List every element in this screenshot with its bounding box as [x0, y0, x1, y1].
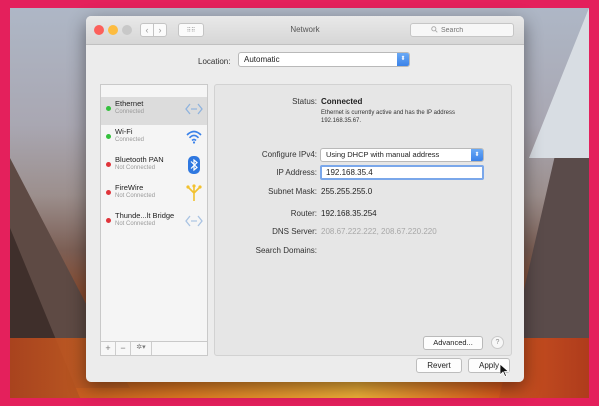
help-button[interactable]: ?: [491, 336, 504, 349]
status-dot: [106, 162, 111, 167]
status-label: Status:: [292, 97, 317, 106]
network-preferences-window: ‹ › ⠿⠿ Network Location: Automatic ⬍ Eth…: [86, 16, 524, 382]
sidebar-item-bluetooth-pan[interactable]: Bluetooth PAN Not Connected: [101, 153, 207, 181]
service-name: FireWire: [115, 183, 144, 192]
subnet-mask-label: Subnet Mask:: [268, 187, 317, 196]
service-status: Not Connected: [115, 221, 156, 227]
wifi-icon: [185, 128, 203, 146]
service-status: Not Connected: [115, 193, 156, 199]
sidebar-item-wifi[interactable]: Wi-Fi Connected: [101, 125, 207, 153]
status-value: Connected: [321, 97, 363, 106]
status-dot: [106, 218, 111, 223]
service-name: Ethernet: [115, 99, 144, 108]
service-status: Connected: [115, 137, 145, 143]
search-icon: [431, 25, 438, 35]
location-label: Location:: [198, 57, 231, 66]
title-bar: ‹ › ⠿⠿ Network: [86, 16, 524, 45]
action-menu-button[interactable]: ✲▾: [131, 342, 152, 355]
search-input[interactable]: [441, 26, 493, 34]
status-dot: [106, 106, 111, 111]
dns-server-label: DNS Server:: [272, 227, 317, 236]
sidebar-toolbar: + − ✲▾: [100, 342, 208, 356]
firewire-icon: [185, 184, 203, 202]
location-value: Automatic: [244, 55, 280, 64]
service-name: Thunde...lt Bridge: [115, 211, 175, 220]
ethernet-arrows-icon: [185, 100, 203, 118]
configure-ipv4-label: Configure IPv4:: [261, 150, 317, 159]
ip-address-input[interactable]: [320, 165, 484, 180]
thunderbolt-bridge-icon: [185, 212, 203, 230]
service-name: Bluetooth PAN: [115, 155, 164, 164]
search-domains-label: Search Domains:: [255, 246, 317, 255]
sidebar-item-ethernet[interactable]: Ethernet Connected: [101, 97, 207, 125]
service-status: Connected: [115, 109, 145, 115]
sidebar-item-firewire[interactable]: FireWire Not Connected: [101, 181, 207, 209]
status-description: Ethernet is currently active and has the…: [321, 110, 455, 124]
configure-ipv4-select[interactable]: Using DHCP with manual address ⬍: [320, 148, 484, 162]
wallpaper-snow-peak: [529, 8, 589, 158]
status-dot: [106, 134, 111, 139]
status-dot: [106, 190, 111, 195]
remove-service-button[interactable]: −: [116, 342, 131, 355]
chevron-updown-icon: ⬍: [471, 149, 483, 161]
search-field[interactable]: [410, 23, 514, 37]
detail-pane: Status: Connected Ethernet is currently …: [214, 84, 512, 356]
ip-address-label: IP Address:: [276, 168, 317, 177]
service-name: Wi-Fi: [115, 127, 133, 136]
revert-button[interactable]: Revert: [416, 358, 462, 373]
advanced-button[interactable]: Advanced...: [423, 336, 483, 350]
service-status: Not Connected: [115, 165, 156, 171]
router-value: 192.168.35.254: [321, 209, 377, 218]
configure-ipv4-value: Using DHCP with manual address: [326, 150, 440, 159]
location-select[interactable]: Automatic ⬍: [238, 52, 410, 67]
bluetooth-icon: [185, 156, 203, 174]
subnet-mask-value: 255.255.255.0: [321, 187, 373, 196]
sidebar-item-thunderbolt-bridge[interactable]: Thunde...lt Bridge Not Connected: [101, 209, 207, 237]
chevron-updown-icon: ⬍: [397, 53, 409, 66]
add-service-button[interactable]: +: [101, 342, 116, 355]
router-label: Router:: [290, 209, 317, 218]
services-sidebar: Ethernet Connected Wi-Fi Connected Bluet…: [100, 84, 208, 342]
dns-server-value: 208.67.222.222, 208.67.220.220: [321, 227, 437, 236]
